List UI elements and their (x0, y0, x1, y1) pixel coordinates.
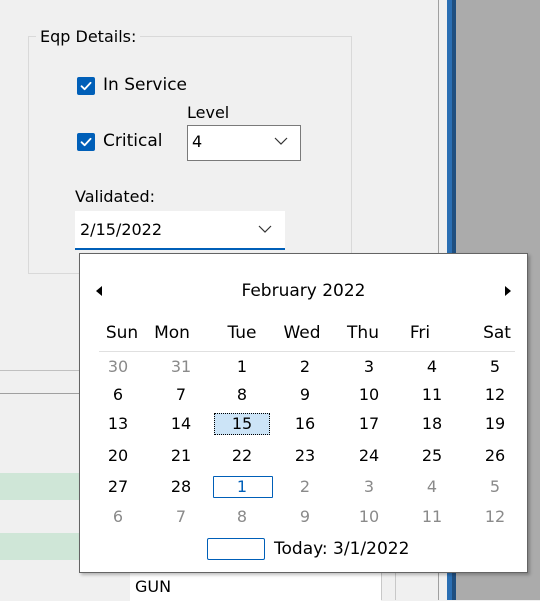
calendar-day[interactable]: 16 (282, 413, 328, 435)
calendar-day[interactable]: 8 (219, 506, 265, 528)
calendar-day[interactable]: 12 (472, 384, 518, 406)
calendar-day[interactable]: 2 (282, 356, 328, 378)
calendar-day[interactable]: 7 (158, 506, 204, 528)
calendar-day-today[interactable]: 1 (219, 476, 265, 498)
calendar-day[interactable]: 4 (409, 356, 455, 378)
calendar-day[interactable]: 20 (95, 445, 141, 467)
calendar-day[interactable]: 1 (219, 356, 265, 378)
calendar-day[interactable]: 13 (95, 413, 141, 435)
calendar-header-divider (99, 351, 515, 352)
calendar-day[interactable]: 9 (282, 506, 328, 528)
calendar-day[interactable]: 23 (282, 445, 328, 467)
validated-date-value: 2/15/2022 (80, 220, 163, 239)
calendar-day[interactable]: 26 (472, 445, 518, 467)
group-title: Eqp Details: (36, 27, 141, 46)
calendar-day[interactable]: 30 (95, 356, 141, 378)
checkmark-icon (80, 81, 92, 91)
calendar-day[interactable]: 6 (95, 384, 141, 406)
in-service-checkbox[interactable] (77, 77, 95, 95)
dow-header: Sat (483, 323, 511, 343)
date-picker-focus-underline (75, 248, 285, 250)
dow-header: Fri (409, 323, 431, 343)
grid-separator (0, 393, 80, 394)
calendar-day[interactable]: 22 (219, 445, 265, 467)
grid-row-highlighted[interactable] (0, 533, 80, 560)
calendar-day[interactable]: 11 (409, 384, 455, 406)
critical-label[interactable]: Critical (103, 131, 162, 151)
in-service-label[interactable]: In Service (103, 75, 187, 95)
today-link[interactable]: Today: 3/1/2022 (274, 539, 409, 559)
calendar-day[interactable]: 11 (409, 506, 455, 528)
calendar-day[interactable]: 28 (158, 476, 204, 498)
calendar-day[interactable]: 31 (158, 356, 204, 378)
today-indicator-box[interactable] (207, 538, 265, 560)
chevron-down-icon[interactable] (273, 136, 289, 146)
calendar-day[interactable]: 21 (158, 445, 204, 467)
calendar-day[interactable]: 2 (282, 476, 328, 498)
calendar-day[interactable]: 14 (158, 413, 204, 435)
calendar-day[interactable]: 12 (472, 506, 518, 528)
critical-checkbox[interactable] (77, 133, 95, 151)
dow-header: Mon (154, 323, 190, 343)
calendar-day[interactable]: 7 (158, 384, 204, 406)
calendar-day[interactable]: 5 (472, 476, 518, 498)
calendar-day[interactable]: 5 (472, 356, 518, 378)
calendar-day[interactable]: 24 (346, 445, 392, 467)
grid-row-highlighted[interactable] (0, 473, 80, 500)
checkmark-icon (80, 137, 92, 147)
calendar-day[interactable]: 3 (346, 476, 392, 498)
calendar-day[interactable]: 25 (409, 445, 455, 467)
calendar-day[interactable]: 19 (472, 413, 518, 435)
calendar-day[interactable]: 6 (95, 506, 141, 528)
level-dropdown-value: 4 (192, 132, 203, 151)
calendar-day[interactable]: 10 (346, 384, 392, 406)
validated-label: Validated: (75, 187, 156, 206)
dow-header: Thu (347, 323, 379, 343)
calendar-day[interactable]: 9 (282, 384, 328, 406)
calendar-day[interactable]: 3 (346, 356, 392, 378)
calendar-month-title[interactable]: February 2022 (79, 281, 528, 301)
calendar-day[interactable]: 27 (95, 476, 141, 498)
dow-header: Wed (283, 323, 321, 343)
chevron-down-icon[interactable] (257, 224, 273, 234)
grid-cell-text: GUN (135, 577, 172, 596)
calendar-day[interactable]: 4 (409, 476, 455, 498)
calendar-day[interactable]: 17 (346, 413, 392, 435)
grid-separator (0, 370, 80, 371)
calendar-day[interactable]: 8 (219, 384, 265, 406)
calendar-day-selected[interactable]: 15 (219, 413, 265, 435)
calendar-day[interactable]: 10 (346, 506, 392, 528)
calendar-day[interactable]: 18 (409, 413, 455, 435)
dow-header: Tue (227, 323, 257, 343)
level-label: Level (187, 103, 230, 122)
dow-header: Sun (105, 323, 139, 343)
